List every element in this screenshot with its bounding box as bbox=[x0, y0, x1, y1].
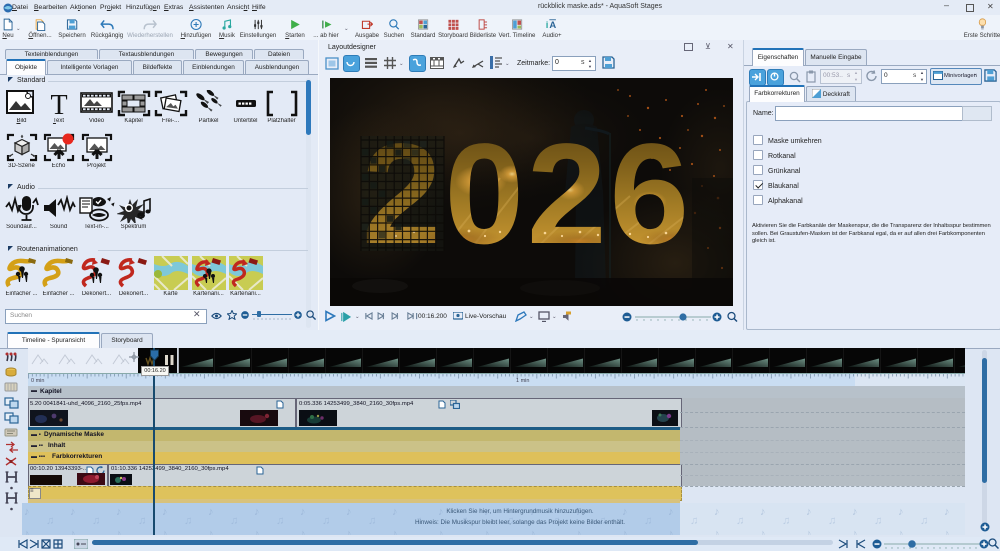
svg-text:T: T bbox=[50, 90, 67, 117]
svg-text:A: A bbox=[549, 20, 556, 31]
svg-text:i: i bbox=[546, 20, 549, 31]
